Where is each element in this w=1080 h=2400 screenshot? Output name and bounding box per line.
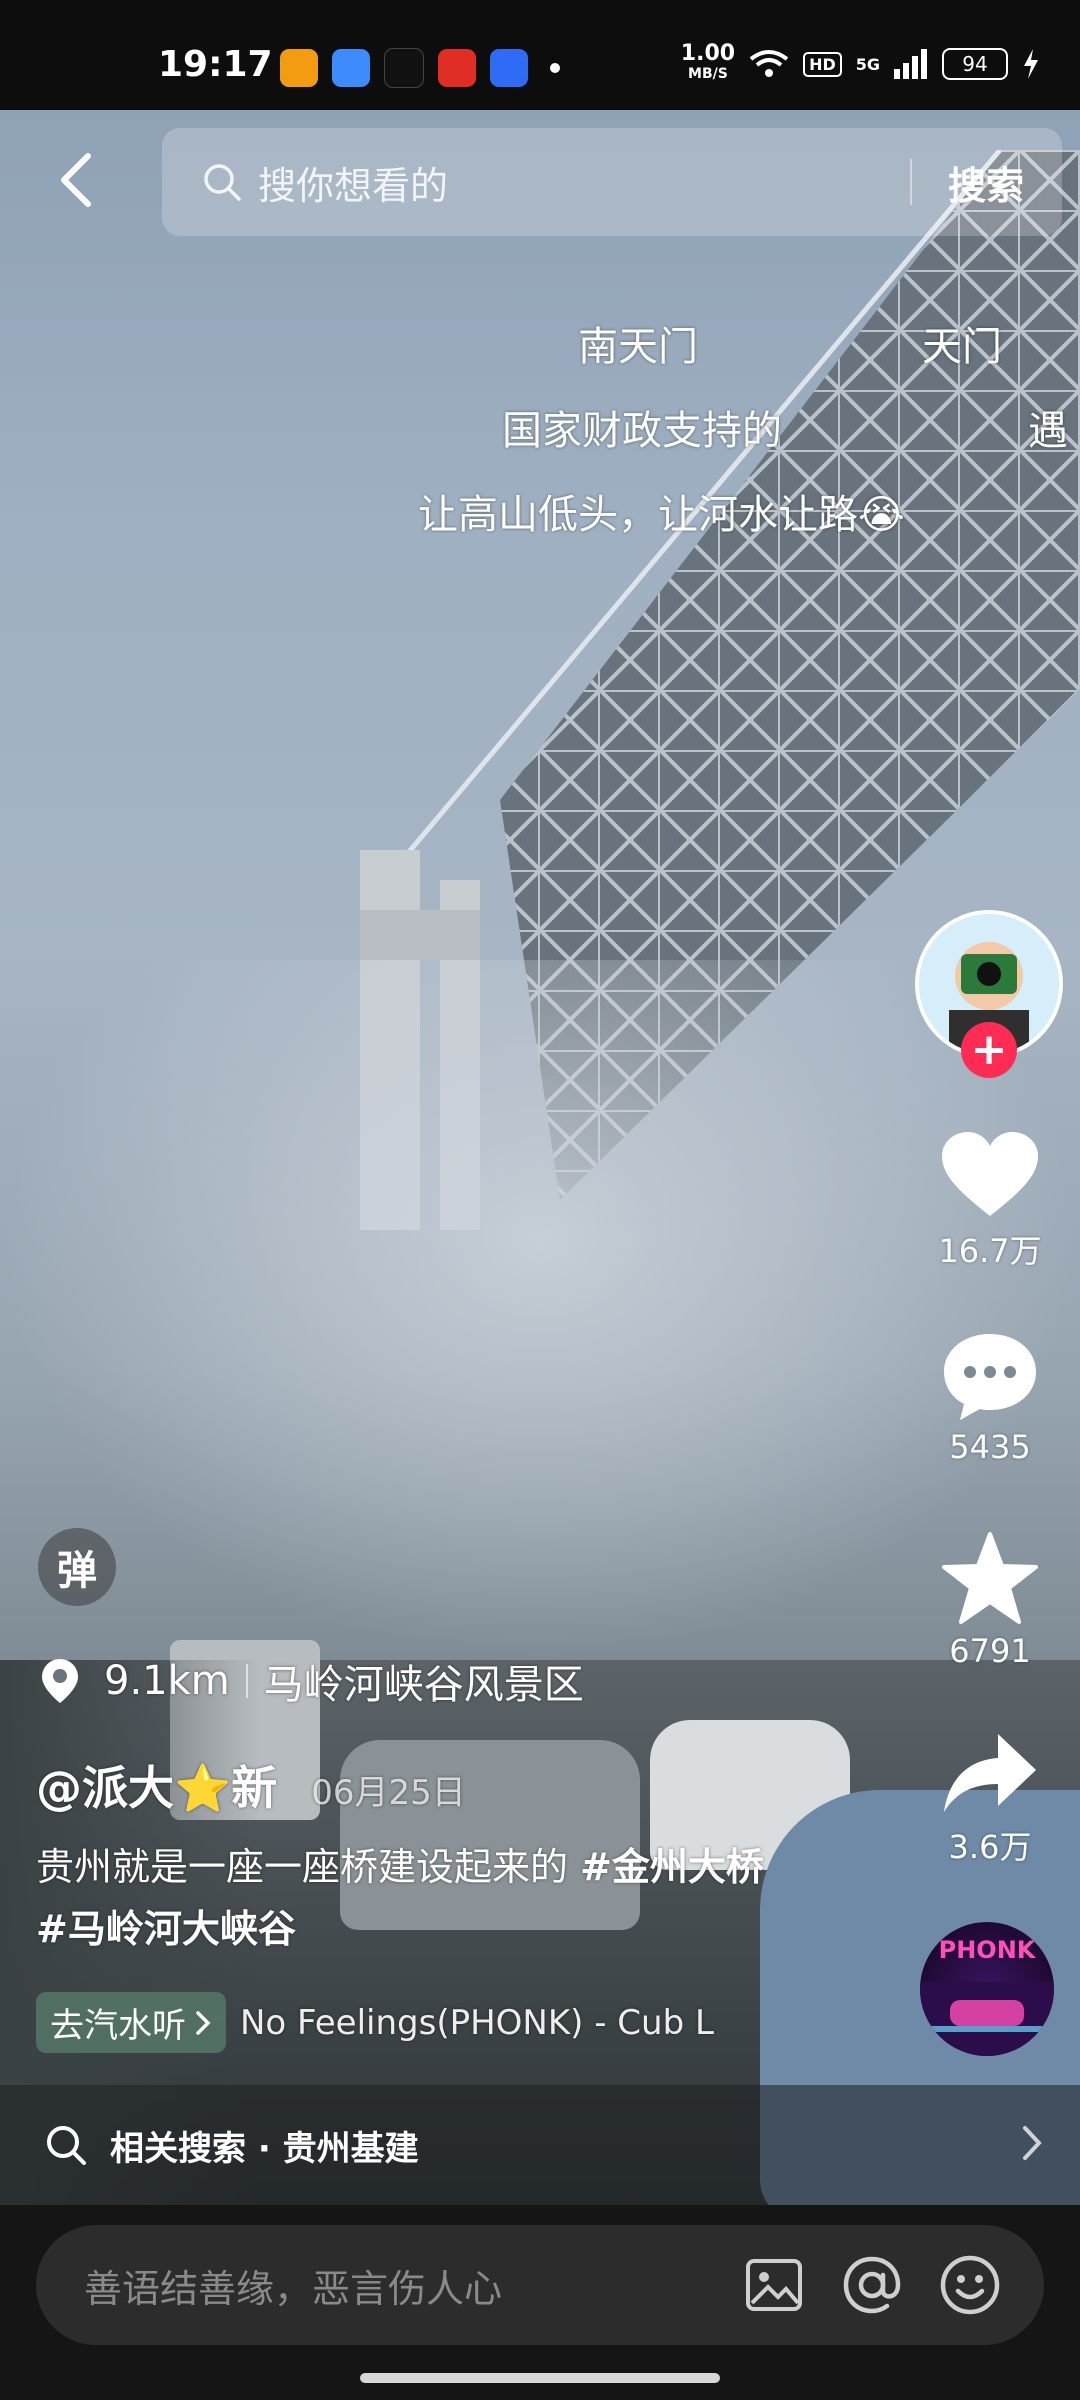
battery-level: 94 [962,52,988,76]
mention-icon[interactable] [840,2253,904,2317]
share-arrow-icon [944,1734,1036,1812]
danmaku-comment: 遇 [1028,408,1068,454]
post-date: 06月25日 [311,1773,466,1813]
location-place: 马岭河峡谷风景区 [263,1662,584,1708]
comment-input-bar[interactable]: 善语结善缘，恶言伤人心 [36,2225,1044,2345]
wifi-icon [749,50,789,77]
comment-count: 5435 [949,1428,1031,1466]
pdd-app-icon [438,49,476,87]
baidu-app-icon [490,49,528,87]
album-art-image [920,1982,1054,2056]
search-bar[interactable]: 搜你想看的 搜索 [162,128,1062,236]
image-picker-icon[interactable] [742,2253,806,2317]
comment-bubble-icon [944,1334,1036,1420]
related-search-bar[interactable]: 相关搜索 · 贵州基建 [0,2085,1080,2205]
emoji-icon[interactable] [938,2253,1002,2317]
battery-indicator: 94 [942,48,1008,80]
like-button[interactable]: 16.7万 [910,1130,1070,1272]
music-chip-label: 去汽水听 [50,2006,186,2046]
music-disc[interactable]: PHONK [920,1922,1054,2056]
charging-icon [1024,49,1038,79]
share-button[interactable]: 3.6万 [910,1730,1070,1868]
search-divider [909,159,912,205]
author-name[interactable]: @派大⭐新 [36,1752,277,1818]
comment-input[interactable]: 善语结善缘，恶言伤人心 [84,2258,742,2313]
notification-icons [280,48,560,88]
favorite-count: 6791 [949,1632,1031,1670]
back-arrow-icon[interactable] [48,150,108,210]
location-distance: 9.1km [104,1658,230,1704]
danmaku-comment: 南天门 [578,324,698,370]
danmaku-comment: 天门 [922,324,1002,370]
search-icon [204,164,241,201]
danmaku-comment: 让高山低头，让河水让路😭 [418,492,905,538]
description-text: 贵州就是一座一座桥建设起来的 [36,1845,581,1889]
star-icon [942,1532,1038,1624]
follow-button[interactable]: + [961,1022,1017,1078]
home-indicator[interactable] [360,2373,720,2383]
chevron-right-icon [196,2010,211,2035]
related-search-label: 相关搜索 · 贵州基建 [110,2128,419,2169]
song-title[interactable]: No Feelings(PHONK) - Cub L [240,2003,714,2043]
network-speed: 1.00 MB/S [680,41,736,84]
author-line: @派大⭐新 06月25日 [36,1752,466,1818]
status-right: 1.00 MB/S HD 5G 94 [680,41,1040,84]
chevron-right-icon [1023,2126,1042,2160]
signal-icon [894,49,927,79]
search-button[interactable]: 搜索 [948,155,1024,210]
imou-app-icon [280,49,318,87]
tiktok-app-icon [384,48,424,88]
net-speed-value: 1.00 [680,41,736,66]
comment-button[interactable]: 5435 [910,1330,1070,1466]
share-count: 3.6万 [948,1828,1032,1866]
clock: 19:17 [158,44,273,85]
net-speed-unit: MB/S [688,66,728,82]
hashtag-link[interactable]: #金州大桥 [580,1845,764,1889]
status-bar: 19:17 1.00 MB/S HD 5G 94 [0,0,1080,110]
listen-on-qishui-button[interactable]: 去汽水听 [36,1992,226,2053]
search-input[interactable]: 搜你想看的 [258,155,910,210]
location-separator [245,1664,248,1698]
bottom-bar: 善语结善缘，恶言伤人心 [0,2205,1080,2400]
video-description: 贵州就是一座一座桥建设起来的 #金州大桥 #马岭河大峡谷 [36,1836,856,1960]
location-tag[interactable]: 9.1km 马岭河峡谷风景区 [40,1652,584,1710]
more-notifications-dot-icon [550,63,560,73]
network-type: 5G [855,54,880,74]
hd-badge: HD [803,51,842,77]
music-row: 去汽水听 No Feelings(PHONK) - Cub L [36,1992,714,2053]
like-count: 16.7万 [938,1232,1042,1270]
heart-icon [942,1132,1038,1216]
favorite-button[interactable]: 6791 [910,1530,1070,1670]
location-pin-icon [42,1659,78,1703]
weather-app-icon [332,49,370,87]
danmaku-comment: 国家财政支持的 [502,408,782,454]
top-bar: 搜你想看的 搜索 [0,110,1080,250]
danmaku-toggle-button[interactable]: 弹 [38,1528,116,1606]
hashtag-link[interactable]: #马岭河大峡谷 [36,1907,296,1951]
search-icon [47,2126,86,2165]
